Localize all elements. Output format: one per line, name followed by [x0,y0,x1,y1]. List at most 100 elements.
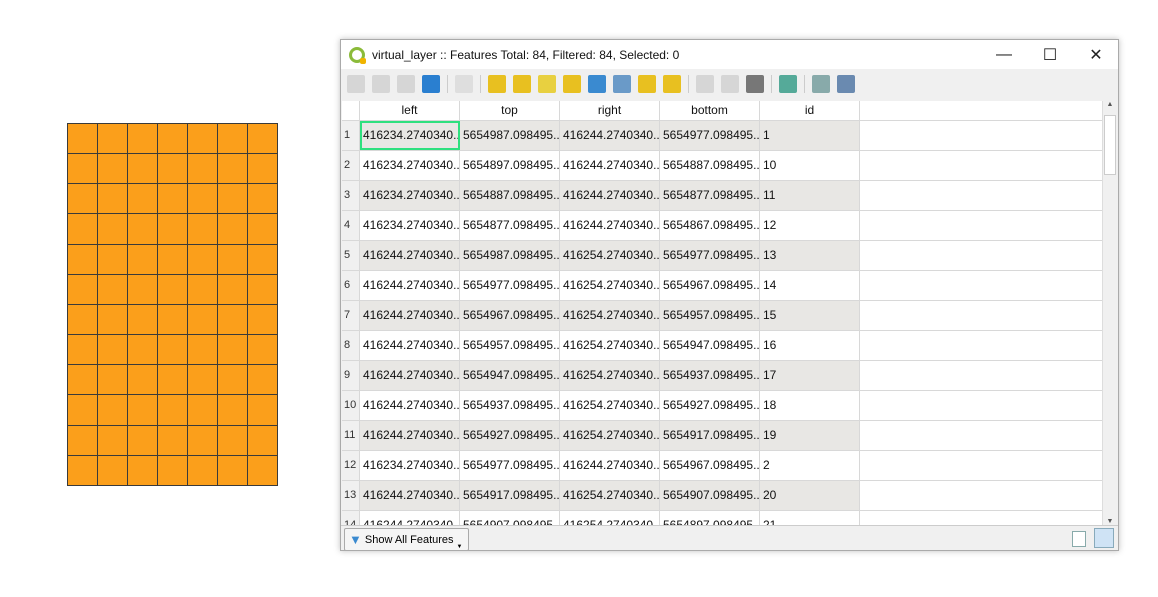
table-cell[interactable]: 416244.2740340... [360,391,460,420]
row-number[interactable]: 3 [342,181,360,210]
table-cell[interactable]: 416244.2740340... [360,331,460,360]
table-cell[interactable]: 5654927.098495... [660,391,760,420]
column-header-right[interactable]: right [560,101,660,120]
table-cell[interactable]: 19 [760,421,860,450]
table-cell[interactable]: 416244.2740340... [560,151,660,180]
vertical-scrollbar[interactable]: ▲ ▼ [1102,101,1117,525]
table-cell[interactable]: 17 [760,361,860,390]
invert-selection-icon[interactable] [538,75,556,93]
table-cell[interactable]: 20 [760,481,860,510]
table-cell[interactable]: 416244.2740340... [560,451,660,480]
table-cell[interactable]: 416244.2740340... [360,301,460,330]
column-header-left[interactable]: left [360,101,460,120]
zoom-to-selected-icon[interactable] [663,75,681,93]
delete-field-icon[interactable] [721,75,739,93]
multi-edit-icon[interactable] [372,75,390,93]
column-header-bottom[interactable]: bottom [660,101,760,120]
table-cell[interactable]: 11 [760,181,860,210]
row-number[interactable]: 9 [342,361,360,390]
form-view-icon[interactable] [1072,531,1086,547]
reload-icon[interactable] [422,75,440,93]
row-number[interactable]: 1 [342,121,360,150]
table-cell[interactable]: 416234.2740340... [360,451,460,480]
table-cell[interactable]: 416254.2740340... [560,331,660,360]
table-cell[interactable]: 416234.2740340... [360,121,460,150]
table-cell[interactable]: 21 [760,511,860,525]
filter-icon[interactable] [588,75,606,93]
table-cell[interactable]: 5654967.098495... [660,271,760,300]
row-number[interactable]: 2 [342,151,360,180]
table-cell[interactable]: 5654947.098495... [660,331,760,360]
delete-icon[interactable] [455,75,473,93]
actions-icon[interactable] [837,75,855,93]
field-calculator-icon[interactable] [746,75,764,93]
row-number[interactable]: 8 [342,331,360,360]
table-cell[interactable]: 416254.2740340... [560,391,660,420]
table-cell[interactable]: 5654947.098495... [460,361,560,390]
table-cell[interactable]: 13 [760,241,860,270]
table-cell[interactable]: 5654917.098495... [460,481,560,510]
table-cell[interactable]: 5654977.098495... [660,241,760,270]
scrollbar-thumb[interactable] [1104,115,1116,175]
table-cell[interactable]: 5654957.098495... [460,331,560,360]
table-cell[interactable]: 416254.2740340... [560,241,660,270]
table-cell[interactable]: 5654917.098495... [660,421,760,450]
table-cell[interactable]: 416234.2740340... [360,211,460,240]
table-cell[interactable]: 416244.2740340... [360,511,460,525]
table-cell[interactable]: 5654897.098495... [660,511,760,525]
row-number[interactable]: 14 [342,511,360,525]
row-number[interactable]: 6 [342,271,360,300]
column-header-top[interactable]: top [460,101,560,120]
table-cell[interactable]: 5654987.098495... [460,241,560,270]
table-cell[interactable]: 2 [760,451,860,480]
table-cell[interactable]: 416244.2740340... [360,361,460,390]
table-cell[interactable]: 5654887.098495... [660,151,760,180]
table-cell[interactable]: 5654887.098495... [460,181,560,210]
table-cell[interactable]: 5654907.098495... [460,511,560,525]
show-all-features-button[interactable]: ▼ Show All Features ▼ [344,528,470,551]
table-cell[interactable]: 5654877.098495... [460,211,560,240]
scroll-down-icon[interactable]: ▼ [1103,518,1117,525]
deselect-icon[interactable] [563,75,581,93]
row-number[interactable]: 10 [342,391,360,420]
table-cell[interactable]: 416244.2740340... [360,271,460,300]
maximize-button[interactable]: ☐ [1027,40,1073,69]
table-cell[interactable]: 416254.2740340... [560,481,660,510]
table-cell[interactable]: 416244.2740340... [560,211,660,240]
close-button[interactable]: ✕ [1073,40,1119,69]
new-field-icon[interactable] [696,75,714,93]
table-cell[interactable]: 416254.2740340... [560,271,660,300]
table-cell[interactable]: 5654967.098495... [460,301,560,330]
table-cell[interactable]: 5654927.098495... [460,421,560,450]
table-cell[interactable]: 416254.2740340... [560,301,660,330]
table-cell[interactable]: 416254.2740340... [560,421,660,450]
table-cell[interactable]: 10 [760,151,860,180]
select-all-icon[interactable] [513,75,531,93]
table-cell[interactable]: 416244.2740340... [360,421,460,450]
minimize-button[interactable]: — [981,40,1027,69]
save-icon[interactable] [397,75,415,93]
conditional-formatting-icon[interactable] [779,75,797,93]
table-cell[interactable]: 416244.2740340... [560,181,660,210]
table-cell[interactable]: 416244.2740340... [560,121,660,150]
table-cell[interactable]: 5654987.098495... [460,121,560,150]
row-number[interactable]: 12 [342,451,360,480]
row-number[interactable]: 5 [342,241,360,270]
table-cell[interactable]: 16 [760,331,860,360]
table-cell[interactable]: 5654937.098495... [660,361,760,390]
table-cell[interactable]: 5654977.098495... [460,451,560,480]
table-cell[interactable]: 5654907.098495... [660,481,760,510]
table-cell[interactable]: 12 [760,211,860,240]
table-cell[interactable]: 18 [760,391,860,420]
row-number[interactable]: 4 [342,211,360,240]
dock-icon[interactable] [812,75,830,93]
scroll-up-icon[interactable]: ▲ [1103,101,1117,108]
table-cell[interactable]: 1 [760,121,860,150]
table-cell[interactable]: 5654957.098495... [660,301,760,330]
table-cell[interactable]: 5654967.098495... [660,451,760,480]
table-cell[interactable]: 416234.2740340... [360,151,460,180]
table-cell[interactable]: 416244.2740340... [360,481,460,510]
table-cell[interactable]: 416234.2740340... [360,181,460,210]
table-cell[interactable]: 5654877.098495... [660,181,760,210]
row-number[interactable]: 11 [342,421,360,450]
